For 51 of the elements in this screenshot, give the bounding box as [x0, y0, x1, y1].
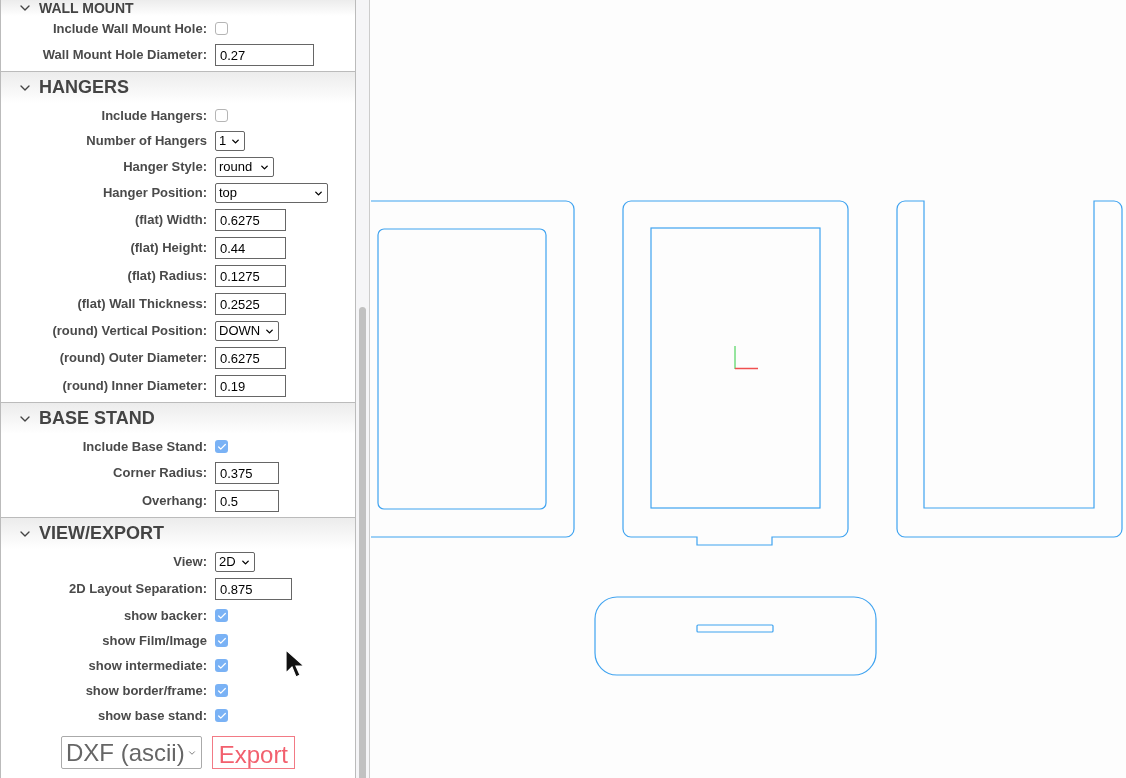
field-label: (flat) Width: — [133, 211, 208, 230]
field-label: show backer: — [122, 606, 208, 625]
field-label: Corner Radius: — [112, 464, 208, 483]
field-label: (round) Inner Diameter: — [61, 377, 208, 396]
field-label: 2D Layout Separation: — [68, 580, 208, 599]
text-field[interactable]: 0.6275 — [215, 347, 286, 369]
dropdown[interactable]: round — [215, 157, 274, 177]
field-label: (round) Vertical Position: — [51, 322, 208, 341]
scrollbar[interactable] — [356, 0, 370, 778]
section-header[interactable]: WALL MOUNT — [1, 0, 355, 16]
field-label: show Film/Image — [101, 631, 208, 650]
text-field[interactable]: 0.44 — [215, 237, 286, 259]
text-field[interactable]: 0.27 — [215, 44, 314, 66]
field-label: show base stand: — [96, 706, 208, 725]
dropdown[interactable]: 1 — [215, 131, 245, 151]
checkbox[interactable] — [215, 684, 228, 697]
field-label: Number of Hangers — [85, 132, 208, 151]
text-field[interactable]: 0.1275 — [215, 265, 286, 287]
field-label: (flat) Height: — [129, 239, 208, 258]
checkbox[interactable] — [215, 634, 228, 647]
text-field[interactable]: 0.5 — [215, 490, 279, 512]
field-label: show border/frame: — [84, 681, 208, 700]
field-label: Wall Mount Hole Diameter: — [41, 46, 208, 65]
field-label: Overhang: — [141, 492, 208, 511]
format-dropdown[interactable]: DXF (ascii) — [61, 736, 202, 769]
text-field[interactable]: 0.875 — [215, 578, 292, 600]
field-label: Include Hangers: — [100, 106, 208, 125]
dropdown[interactable]: top — [215, 183, 328, 203]
field-label: (round) Outer Diameter: — [58, 349, 208, 368]
dropdown[interactable]: DOWN — [215, 321, 279, 341]
checkbox[interactable] — [215, 440, 228, 453]
field-label: Hanger Style: — [122, 158, 208, 177]
field-label: View: — [172, 553, 208, 572]
checkbox[interactable] — [215, 609, 228, 622]
text-field[interactable]: 0.6275 — [215, 209, 286, 231]
checkbox[interactable] — [215, 659, 228, 672]
checkbox[interactable] — [215, 22, 228, 35]
text-field[interactable]: 0.19 — [215, 375, 286, 397]
checkbox[interactable] — [215, 109, 228, 122]
text-field[interactable]: 0.375 — [215, 462, 279, 484]
field-label: (flat) Wall Thickness: — [76, 295, 208, 314]
field-label: Hanger Position: — [102, 184, 208, 203]
scrollbar-thumb[interactable] — [359, 307, 366, 778]
field-label: Include Wall Mount Hole: — [51, 19, 208, 38]
field-label: Include Base Stand: — [81, 437, 208, 456]
checkbox[interactable] — [215, 709, 228, 722]
field-label: (flat) Radius: — [126, 267, 208, 286]
field-label: show intermediate: — [87, 656, 208, 675]
dropdown[interactable]: 2D — [215, 552, 255, 572]
axes-icon — [734, 345, 759, 370]
text-field[interactable]: 0.2525 — [215, 293, 286, 315]
